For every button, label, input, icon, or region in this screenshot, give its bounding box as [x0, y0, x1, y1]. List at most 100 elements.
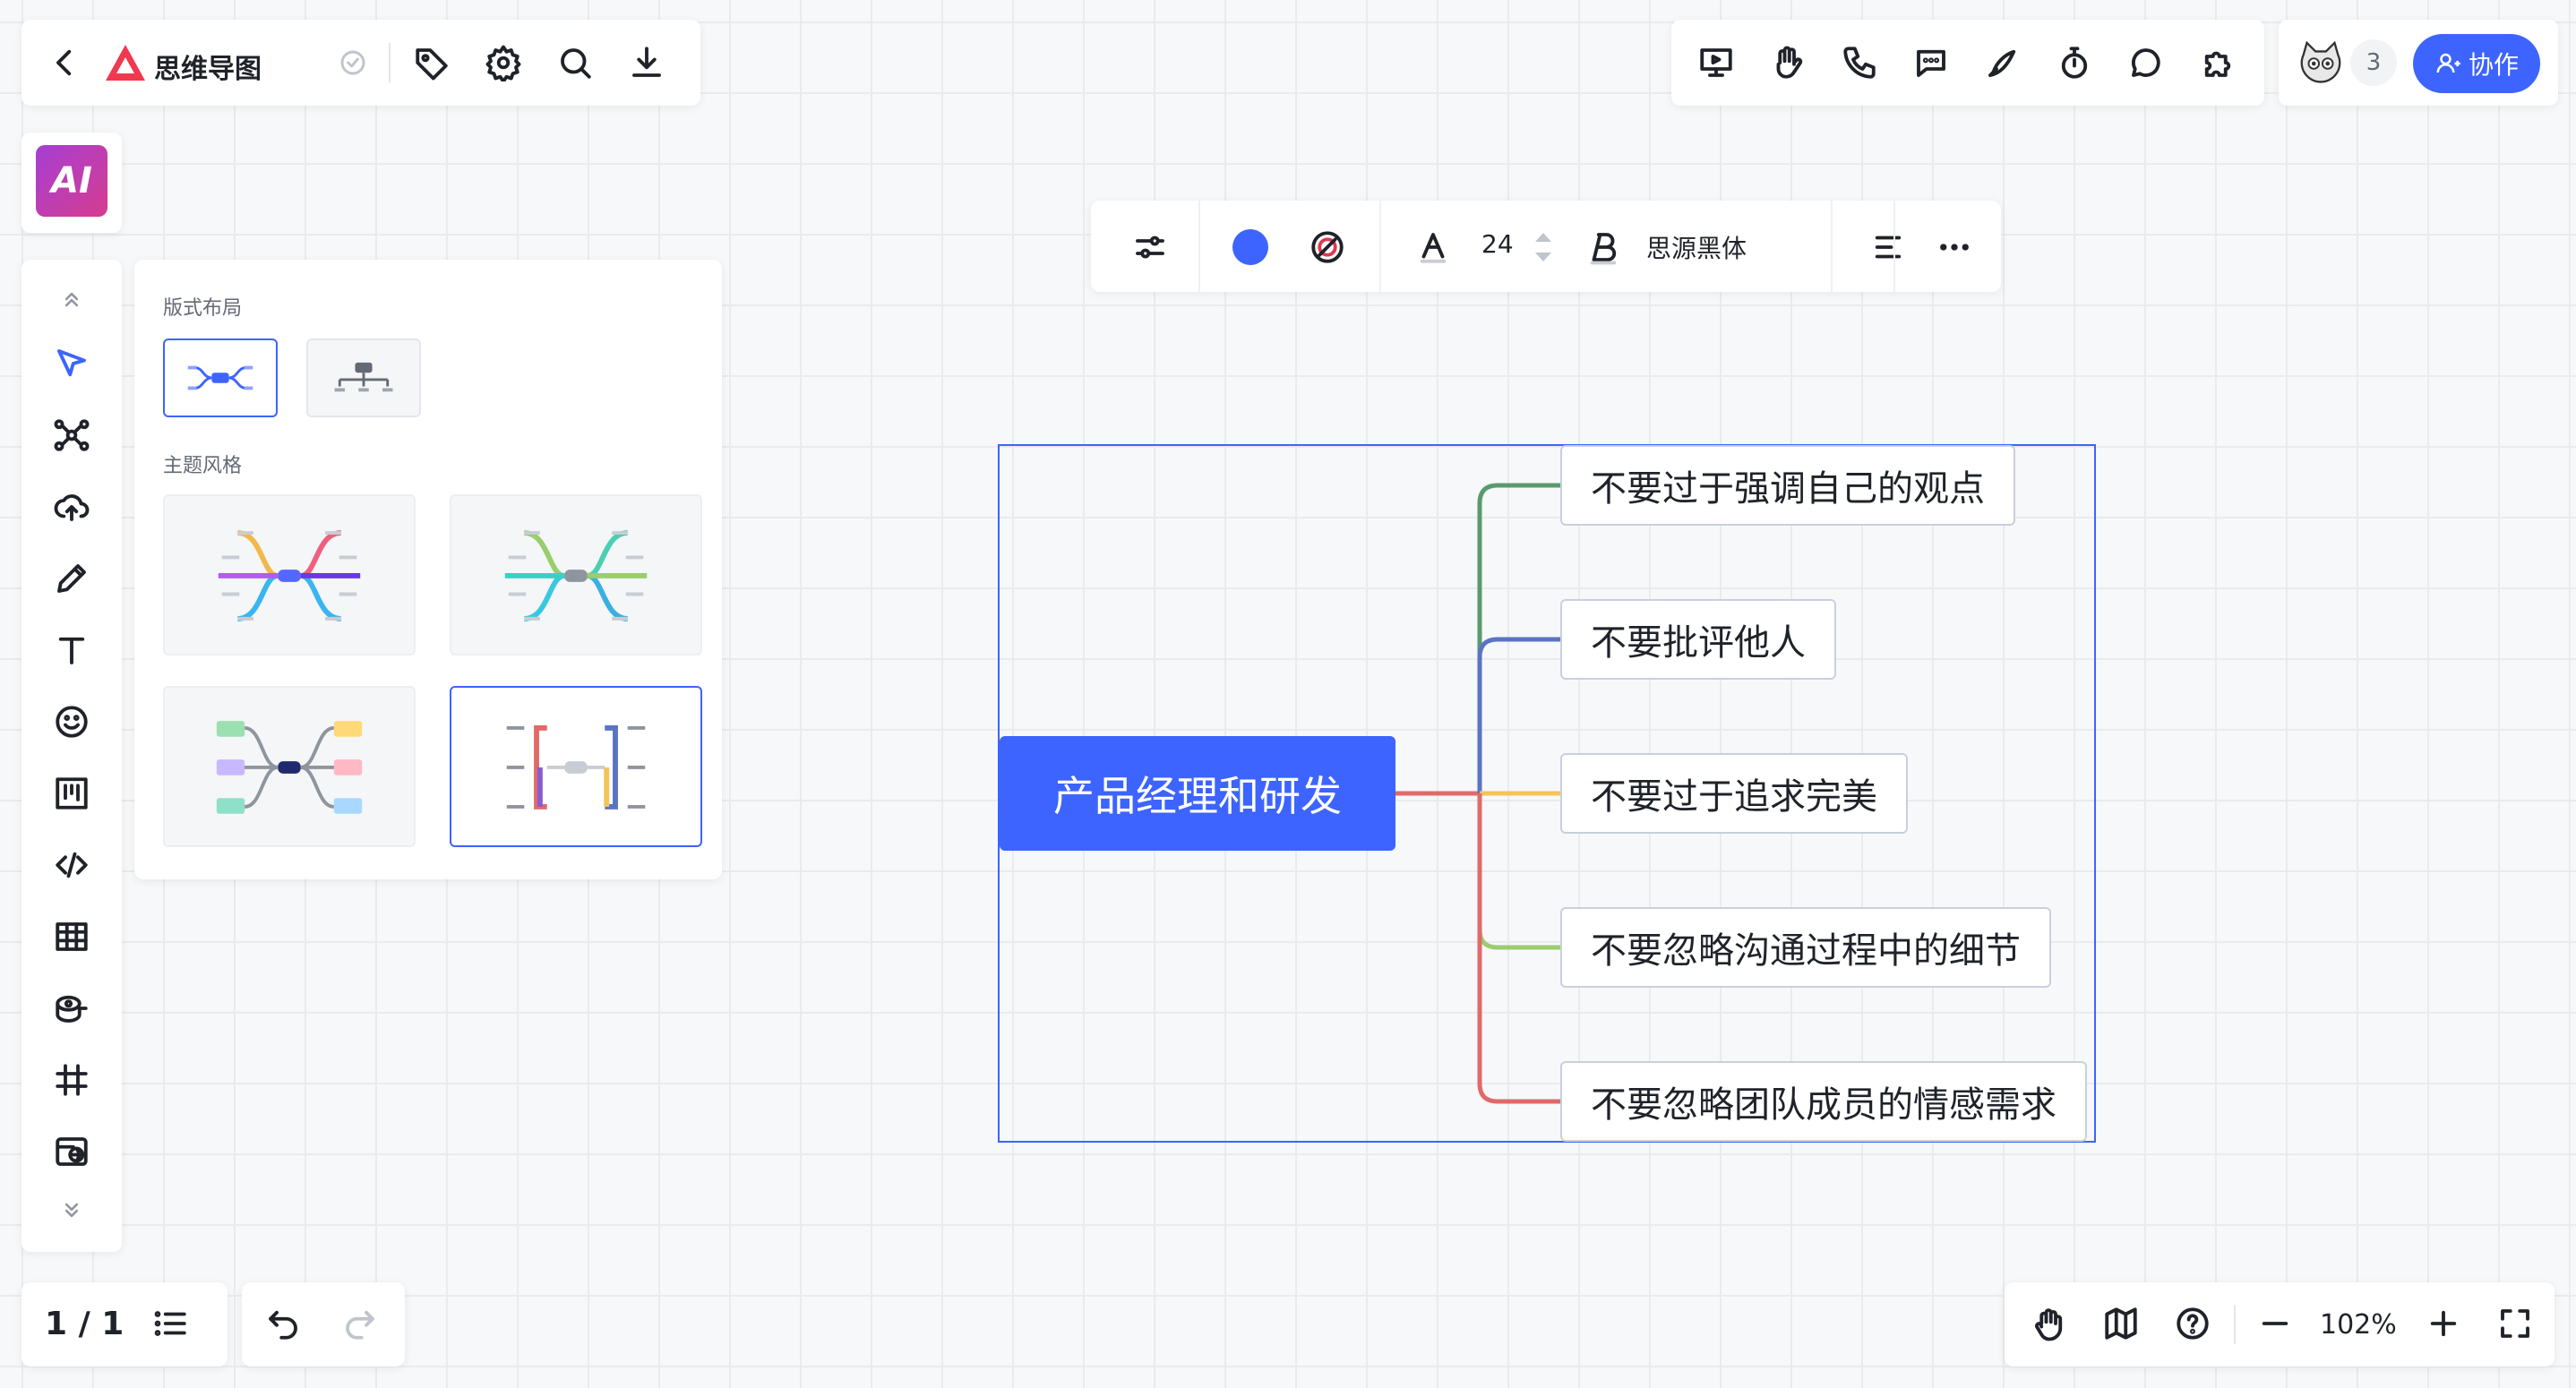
divider	[1379, 201, 1381, 292]
sign-button[interactable]	[1978, 38, 2028, 88]
back-button[interactable]	[39, 38, 90, 88]
code-tool-button[interactable]	[47, 840, 97, 890]
font-family-select[interactable]: 思源黑体	[1646, 229, 1747, 265]
minimap-button[interactable]	[2096, 1298, 2146, 1349]
left-toolbar	[21, 260, 122, 1252]
radial-layout-icon	[187, 365, 253, 390]
more-button[interactable]	[1929, 222, 1979, 272]
text-icon	[58, 637, 85, 664]
settings-button[interactable]	[478, 38, 528, 88]
theme-2-preview	[504, 530, 648, 621]
page-navigator: 1 / 1	[21, 1282, 228, 1367]
web-embed-icon	[56, 1137, 88, 1166]
undo-icon	[269, 1310, 297, 1340]
style-settings-button[interactable]	[1125, 222, 1175, 272]
chat-button[interactable]	[1906, 38, 1956, 88]
mindmap-child-node-5[interactable]: 不要忽略团队成员的情感需求	[1560, 1061, 2087, 1142]
present-button[interactable]	[1691, 38, 1741, 88]
redo-icon	[346, 1310, 374, 1340]
mindmap-icon	[54, 419, 90, 451]
pan-tool-button[interactable]	[2024, 1298, 2074, 1349]
bold-button[interactable]	[1578, 222, 1628, 272]
help-button[interactable]	[2168, 1298, 2218, 1349]
kanban-tool-button[interactable]	[47, 768, 97, 818]
page-title: 思维导图	[154, 54, 262, 85]
tape-tool-button[interactable]	[47, 983, 97, 1033]
align-button[interactable]	[1863, 222, 1913, 272]
scroll-up-button[interactable]	[47, 274, 97, 324]
mindmap-child-node-1[interactable]: 不要过于强调自己的观点	[1560, 445, 2015, 526]
plus-icon	[2430, 1310, 2457, 1337]
zoom-out-button[interactable]	[2250, 1298, 2300, 1349]
tag-button[interactable]	[407, 38, 457, 88]
mindmap-child-node-3[interactable]: 不要过于追求完美	[1560, 753, 1908, 834]
font-size-value[interactable]: 24	[1481, 229, 1514, 259]
pen-tool-button[interactable]	[47, 553, 97, 604]
zoom-in-button[interactable]	[2418, 1298, 2469, 1349]
sliders-icon	[1136, 236, 1164, 259]
redo-button[interactable]	[335, 1298, 385, 1349]
gear-icon	[485, 45, 521, 81]
zoom-level[interactable]: 102%	[2320, 1309, 2397, 1341]
theme-option-4[interactable]	[450, 686, 702, 847]
mindmap-root-node[interactable]: 产品经理和研发	[1000, 736, 1395, 851]
divider	[389, 43, 391, 82]
cloud-upload-icon	[54, 494, 90, 521]
plugin-button[interactable]	[2193, 38, 2243, 88]
undo-button[interactable]	[258, 1298, 308, 1349]
saved-status-icon	[328, 38, 378, 88]
format-toolbar: 24 思源黑体	[1091, 201, 2001, 292]
layout-option-org-chart[interactable]	[306, 338, 421, 417]
sticker-tool-button[interactable]	[47, 697, 97, 747]
zoom-controls: 102%	[2005, 1282, 2555, 1367]
timer-button[interactable]	[2049, 38, 2099, 88]
double-chevron-up-icon	[64, 292, 79, 307]
fullscreen-button[interactable]	[2490, 1298, 2540, 1349]
download-button[interactable]	[622, 38, 672, 88]
mindmap-child-node-4[interactable]: 不要忽略沟通过程中的细节	[1560, 907, 2051, 988]
border-style-button[interactable]	[1302, 222, 1352, 272]
frame-tool-button[interactable]	[47, 1055, 97, 1105]
avatar[interactable]	[2295, 38, 2347, 90]
raise-hand-button[interactable]	[1763, 38, 1813, 88]
phone-icon	[1843, 47, 1876, 79]
divider	[1198, 201, 1200, 292]
page-indicator[interactable]: 1 / 1	[45, 1306, 124, 1342]
ai-panel: AI	[21, 133, 122, 233]
pencil-icon	[57, 564, 86, 593]
tape-icon	[56, 995, 88, 1023]
layout-style-popup: 版式布局 主题风格	[134, 260, 722, 879]
minus-icon	[2262, 1322, 2288, 1325]
collaborate-button[interactable]: 协作	[2413, 34, 2540, 93]
theme-4-preview	[506, 725, 646, 810]
stepper-arrows-icon[interactable]	[1533, 227, 1553, 267]
avatar-count-badge[interactable]: 3	[2350, 39, 2397, 86]
frame-icon	[56, 1064, 88, 1096]
font-color-button[interactable]	[1408, 222, 1458, 272]
select-tool-button[interactable]	[47, 338, 97, 389]
mindmap-tool-button[interactable]	[47, 410, 97, 460]
scroll-down-button[interactable]	[47, 1186, 97, 1236]
call-button[interactable]	[1834, 38, 1885, 88]
theme-option-1[interactable]	[163, 494, 416, 655]
search-button[interactable]	[550, 38, 600, 88]
theme-option-2[interactable]	[450, 494, 702, 655]
table-tool-button[interactable]	[47, 912, 97, 962]
pen-sign-icon	[1988, 49, 2016, 77]
theme-option-3[interactable]	[163, 686, 416, 847]
collaboration-panel: 3 协作	[2279, 20, 2558, 106]
upload-tool-button[interactable]	[47, 482, 97, 532]
comment-button[interactable]	[2121, 38, 2171, 88]
ai-button[interactable]: AI	[36, 145, 107, 217]
mindmap-child-node-2[interactable]: 不要批评他人	[1560, 599, 1836, 680]
fill-color-button[interactable]	[1232, 229, 1268, 265]
theme-section-label: 主题风格	[163, 455, 243, 477]
align-left-icon	[1875, 236, 1902, 259]
layout-option-radial[interactable]	[163, 338, 278, 417]
text-tool-button[interactable]	[47, 625, 97, 675]
code-icon	[56, 852, 88, 878]
double-chevron-down-icon	[64, 1203, 79, 1218]
outline-button[interactable]	[145, 1298, 195, 1349]
embed-tool-button[interactable]	[47, 1127, 97, 1177]
theme-1-preview	[218, 530, 361, 621]
